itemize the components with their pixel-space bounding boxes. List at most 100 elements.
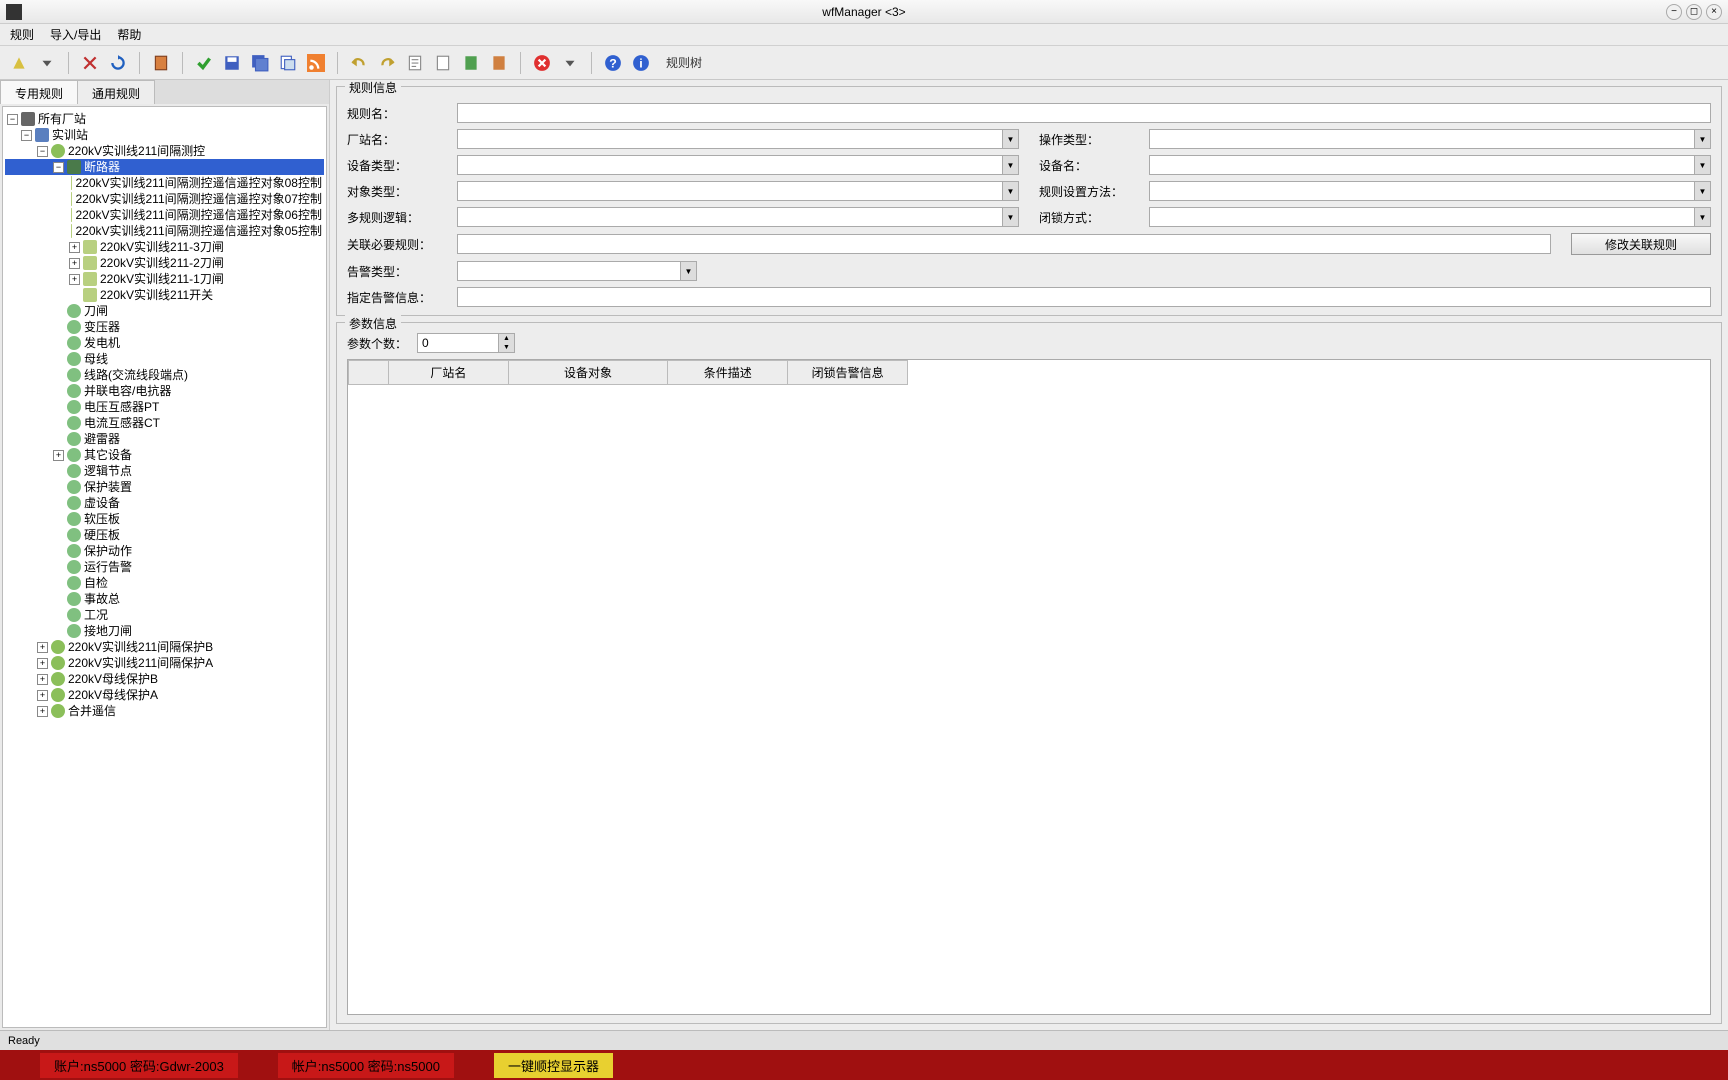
tree-ctrl06[interactable]: 220kV实训线211间隔测控遥信遥控对象06控制 xyxy=(5,207,324,223)
tree-bay[interactable]: −220kV实训线211间隔测控 xyxy=(5,143,324,159)
expand-icon[interactable]: + xyxy=(37,658,48,669)
combo-station-name[interactable]: ▼ xyxy=(457,129,1019,149)
tb-new-icon[interactable] xyxy=(8,52,30,74)
tree-bay-protectA[interactable]: +220kV实训线211间隔保护A xyxy=(5,655,324,671)
tree-softplate[interactable]: 软压板 xyxy=(5,511,324,527)
tb-save-icon[interactable] xyxy=(221,52,243,74)
combo-alarm-type[interactable]: ▼ xyxy=(457,261,697,281)
spinner-up-icon[interactable]: ▲ xyxy=(499,334,514,343)
tree-arrester[interactable]: 避雷器 xyxy=(5,431,324,447)
tree-sw211[interactable]: 220kV实训线211开关 xyxy=(5,287,324,303)
tb-clipboard-icon[interactable] xyxy=(150,52,172,74)
chevron-down-icon[interactable]: ▼ xyxy=(1002,208,1018,226)
tree-condition[interactable]: 工况 xyxy=(5,607,324,623)
combo-multi-logic[interactable]: ▼ xyxy=(457,207,1019,227)
input-rule-name[interactable] xyxy=(457,103,1711,123)
expand-icon[interactable]: + xyxy=(37,690,48,701)
tree-knife[interactable]: 刀闸 xyxy=(5,303,324,319)
tree-bus-protectA[interactable]: +220kV母线保护A xyxy=(5,687,324,703)
tree-protect-act[interactable]: 保护动作 xyxy=(5,543,324,559)
tb-undo-icon[interactable] xyxy=(348,52,370,74)
tb-book-green-icon[interactable] xyxy=(460,52,482,74)
col-device[interactable]: 设备对象 xyxy=(508,361,668,385)
tree-shunt[interactable]: 并联电容/电抗器 xyxy=(5,383,324,399)
combo-dev-name[interactable]: ▼ xyxy=(1149,155,1711,175)
spinner-down-icon[interactable]: ▼ xyxy=(499,343,514,352)
col-blank[interactable] xyxy=(349,361,389,385)
tb-dropdown2-icon[interactable] xyxy=(559,52,581,74)
tree-line[interactable]: 线路(交流线段端点) xyxy=(5,367,324,383)
input-assoc-rule[interactable] xyxy=(457,234,1551,254)
tb-info-icon[interactable]: i xyxy=(630,52,652,74)
tree-ctrl07[interactable]: 220kV实训线211间隔测控遥信遥控对象07控制 xyxy=(5,191,324,207)
tree-station[interactable]: −实训站 xyxy=(5,127,324,143)
menu-rules[interactable]: 规则 xyxy=(10,26,34,43)
combo-op-type[interactable]: ▼ xyxy=(1149,129,1711,149)
menu-import-export[interactable]: 导入/导出 xyxy=(50,26,101,43)
chevron-down-icon[interactable]: ▼ xyxy=(1002,130,1018,148)
tree-accident[interactable]: 事故总 xyxy=(5,591,324,607)
tree-sw211-3[interactable]: +220kV实训线211-3刀闸 xyxy=(5,239,324,255)
expand-icon[interactable]: + xyxy=(69,242,80,253)
tree-ground-knife[interactable]: 接地刀闸 xyxy=(5,623,324,639)
tree-sw211-1[interactable]: +220kV实训线211-1刀闸 xyxy=(5,271,324,287)
tree-other-dev[interactable]: +其它设备 xyxy=(5,447,324,463)
collapse-icon[interactable]: − xyxy=(37,146,48,157)
collapse-icon[interactable]: − xyxy=(7,114,18,125)
expand-icon[interactable]: + xyxy=(37,642,48,653)
expand-icon[interactable]: + xyxy=(69,258,80,269)
combo-dev-type[interactable]: ▼ xyxy=(457,155,1019,175)
tree-bay-protectB[interactable]: +220kV实训线211间隔保护B xyxy=(5,639,324,655)
collapse-icon[interactable]: − xyxy=(21,130,32,141)
chevron-down-icon[interactable]: ▼ xyxy=(1002,156,1018,174)
tree-generator[interactable]: 发电机 xyxy=(5,335,324,351)
expand-icon[interactable]: + xyxy=(53,450,64,461)
modify-assoc-button[interactable]: 修改关联规则 xyxy=(1571,233,1711,255)
tab-general-rules[interactable]: 通用规则 xyxy=(77,80,155,104)
tb-rss-icon[interactable] xyxy=(305,52,327,74)
tree-ctrl08[interactable]: 220kV实训线211间隔测控遥信遥控对象08控制 xyxy=(5,175,324,191)
tree-breaker-selected[interactable]: −断路器 xyxy=(5,159,324,175)
collapse-icon[interactable]: − xyxy=(53,162,64,173)
tb-doc2-icon[interactable] xyxy=(432,52,454,74)
combo-rule-method[interactable]: ▼ xyxy=(1149,181,1711,201)
tb-copy-icon[interactable] xyxy=(277,52,299,74)
tree-sw211-2[interactable]: +220kV实训线211-2刀闸 xyxy=(5,255,324,271)
expand-icon[interactable]: + xyxy=(37,706,48,717)
tree-pt[interactable]: 电压互感器PT xyxy=(5,399,324,415)
chevron-down-icon[interactable]: ▼ xyxy=(1694,130,1710,148)
tree-run-alarm[interactable]: 运行告警 xyxy=(5,559,324,575)
tb-close-icon[interactable] xyxy=(531,52,553,74)
tree-logic-node[interactable]: 逻辑节点 xyxy=(5,463,324,479)
chevron-down-icon[interactable]: ▼ xyxy=(680,262,696,280)
close-button[interactable]: × xyxy=(1706,4,1722,20)
param-count-input[interactable] xyxy=(418,334,498,352)
tree-virtual-dev[interactable]: 虚设备 xyxy=(5,495,324,511)
tb-refresh-icon[interactable] xyxy=(107,52,129,74)
tree-ctrl05[interactable]: 220kV实训线211间隔测控遥信遥控对象05控制 xyxy=(5,223,324,239)
tb-help-icon[interactable]: ? xyxy=(602,52,624,74)
expand-icon[interactable]: + xyxy=(69,274,80,285)
expand-icon[interactable]: + xyxy=(37,674,48,685)
chevron-down-icon[interactable]: ▼ xyxy=(1694,182,1710,200)
tree-self-check[interactable]: 自检 xyxy=(5,575,324,591)
tree-protect-dev[interactable]: 保护装置 xyxy=(5,479,324,495)
tree-bus[interactable]: 母线 xyxy=(5,351,324,367)
tb-redo-icon[interactable] xyxy=(376,52,398,74)
chevron-down-icon[interactable]: ▼ xyxy=(1694,156,1710,174)
menu-help[interactable]: 帮助 xyxy=(117,26,141,43)
maximize-button[interactable]: ◻ xyxy=(1686,4,1702,20)
tab-special-rules[interactable]: 专用规则 xyxy=(0,80,78,104)
col-station[interactable]: 厂站名 xyxy=(388,361,508,385)
tb-saveall-icon[interactable] xyxy=(249,52,271,74)
tree-merge[interactable]: +合并遥信 xyxy=(5,703,324,719)
tb-book-orange-icon[interactable] xyxy=(488,52,510,74)
col-lock-alarm[interactable]: 闭锁告警信息 xyxy=(788,361,908,385)
tb-dropdown-icon[interactable] xyxy=(36,52,58,74)
input-alarm-info[interactable] xyxy=(457,287,1711,307)
tree-transformer[interactable]: 变压器 xyxy=(5,319,324,335)
chevron-down-icon[interactable]: ▼ xyxy=(1694,208,1710,226)
col-condition[interactable]: 条件描述 xyxy=(668,361,788,385)
tree-hardplate[interactable]: 硬压板 xyxy=(5,527,324,543)
rule-tree[interactable]: −所有厂站 −实训站 −220kV实训线211间隔测控 −断路器 220kV实训… xyxy=(2,106,327,1028)
